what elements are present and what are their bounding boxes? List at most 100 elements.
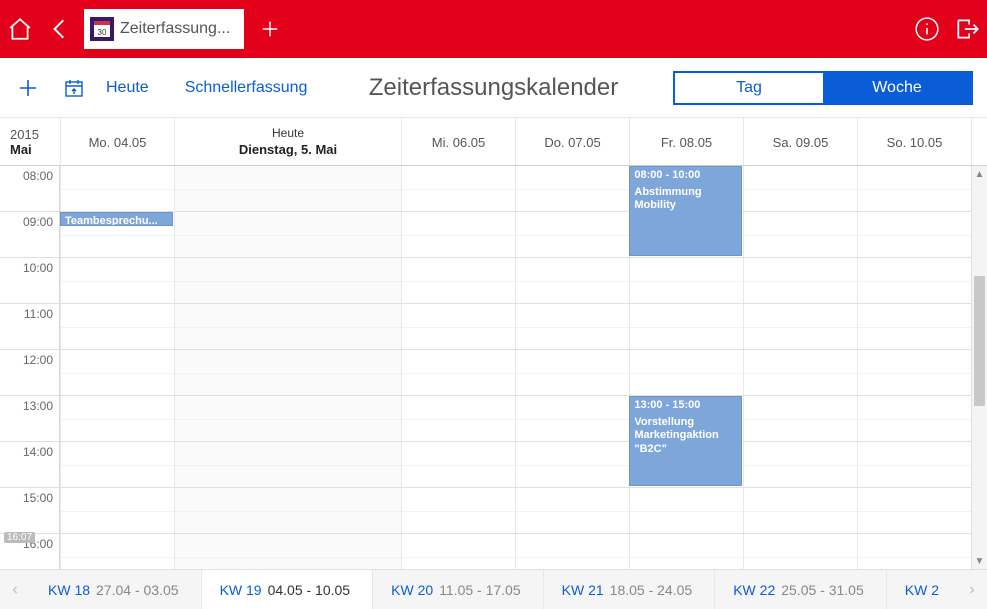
new-tab-button[interactable] <box>250 0 290 58</box>
add-button[interactable] <box>14 74 42 102</box>
grid-cell[interactable] <box>174 442 401 487</box>
back-button[interactable] <box>40 0 80 58</box>
grid-cell[interactable] <box>174 166 401 211</box>
toggle-day[interactable]: Tag <box>675 73 823 103</box>
grid-cell[interactable] <box>515 212 629 257</box>
day-col-sat[interactable]: Sa. 09.05 <box>743 118 857 165</box>
vertical-scrollbar[interactable]: ▲ ▼ <box>971 166 987 569</box>
grid-cell[interactable] <box>743 442 857 487</box>
grid-cell[interactable] <box>857 350 971 395</box>
week-21[interactable]: KW 2118.05 - 24.05 <box>544 570 716 609</box>
event-teambesprechung[interactable]: Teambesprechu... <box>60 212 173 226</box>
grid-cell[interactable] <box>629 304 743 349</box>
scroll-up-arrow[interactable]: ▲ <box>972 166 987 182</box>
day-col-mon[interactable]: Mo. 04.05 <box>60 118 174 165</box>
grid-cell[interactable] <box>629 258 743 303</box>
grid-cell[interactable] <box>60 396 174 441</box>
calendar-grid[interactable]: 08:0009:0010:0011:0012:0013:0014:0015:00… <box>0 166 971 569</box>
scroll-thumb[interactable] <box>974 276 985 406</box>
grid-cell[interactable] <box>857 488 971 533</box>
grid-cell[interactable] <box>515 304 629 349</box>
hour-label: 09:00 <box>0 212 60 257</box>
scroll-down-arrow[interactable]: ▼ <box>972 553 987 569</box>
event-abstimmung-mobility[interactable]: 08:00 - 10:00Abstimmung Mobility <box>629 166 742 256</box>
grid-cell[interactable] <box>60 304 174 349</box>
grid-cell[interactable] <box>857 534 971 569</box>
grid-cell[interactable] <box>174 488 401 533</box>
grid-cell[interactable] <box>857 258 971 303</box>
grid-cell[interactable] <box>857 396 971 441</box>
weeks-prev[interactable]: ‹ <box>0 581 30 599</box>
grid-cell[interactable] <box>629 350 743 395</box>
month-label: 2015 Mai <box>0 118 60 165</box>
quick-entry-link[interactable]: Schnellerfassung <box>185 79 308 97</box>
hour-label: 10:00 <box>0 258 60 303</box>
hour-label: 11:00 <box>0 304 60 349</box>
grid-cell[interactable] <box>857 166 971 211</box>
grid-cell[interactable] <box>515 166 629 211</box>
grid-cell[interactable] <box>743 212 857 257</box>
toggle-week[interactable]: Woche <box>823 73 971 103</box>
grid-cell[interactable] <box>743 534 857 569</box>
app-topbar: 30 Zeiterfassung... <box>0 0 987 58</box>
grid-cell[interactable] <box>401 304 515 349</box>
now-indicator: 16:07 <box>4 532 35 543</box>
day-header: 2015 Mai Mo. 04.05 HeuteDienstag, 5. Mai… <box>0 118 987 166</box>
event-vorstellung-b2c[interactable]: 13:00 - 15:00Vorstellung Marketingaktion… <box>629 396 742 486</box>
day-col-tue[interactable]: HeuteDienstag, 5. Mai <box>174 118 401 165</box>
week-22[interactable]: KW 2225.05 - 31.05 <box>715 570 887 609</box>
info-button[interactable] <box>907 0 947 58</box>
grid-cell[interactable] <box>174 534 401 569</box>
grid-cell[interactable] <box>174 350 401 395</box>
day-col-sun[interactable]: So. 10.05 <box>857 118 971 165</box>
grid-cell[interactable] <box>174 396 401 441</box>
calendar-today-icon[interactable] <box>60 74 88 102</box>
grid-cell[interactable] <box>401 212 515 257</box>
grid-cell[interactable] <box>743 258 857 303</box>
grid-cell[interactable] <box>401 488 515 533</box>
grid-cell[interactable] <box>515 350 629 395</box>
grid-cell[interactable] <box>743 304 857 349</box>
grid-cell[interactable] <box>60 166 174 211</box>
grid-cell[interactable] <box>515 396 629 441</box>
grid-cell[interactable] <box>60 534 174 569</box>
week-20[interactable]: KW 2011.05 - 17.05 <box>373 570 544 609</box>
week-18[interactable]: KW 1827.04 - 03.05 <box>30 570 202 609</box>
grid-cell[interactable] <box>60 442 174 487</box>
grid-cell[interactable] <box>174 258 401 303</box>
grid-cell[interactable] <box>401 396 515 441</box>
grid-cell[interactable] <box>857 304 971 349</box>
week-19[interactable]: KW 1904.05 - 10.05 <box>202 570 374 609</box>
today-link[interactable]: Heute <box>106 79 149 97</box>
grid-cell[interactable] <box>515 442 629 487</box>
grid-cell[interactable] <box>743 350 857 395</box>
active-tab[interactable]: 30 Zeiterfassung... <box>84 9 244 49</box>
grid-cell[interactable] <box>515 534 629 569</box>
week-23-partial[interactable]: KW 2 <box>887 570 957 609</box>
grid-cell[interactable] <box>743 396 857 441</box>
grid-cell[interactable] <box>60 488 174 533</box>
grid-cell[interactable] <box>401 534 515 569</box>
home-button[interactable] <box>0 0 40 58</box>
grid-cell[interactable] <box>60 258 174 303</box>
grid-cell[interactable] <box>629 534 743 569</box>
grid-cell[interactable] <box>401 166 515 211</box>
grid-cell[interactable] <box>743 488 857 533</box>
weeks-next[interactable]: › <box>957 581 987 599</box>
grid-cell[interactable] <box>629 488 743 533</box>
grid-cell[interactable] <box>857 212 971 257</box>
grid-cell[interactable] <box>174 304 401 349</box>
exit-button[interactable] <box>947 0 987 58</box>
grid-cell[interactable] <box>515 258 629 303</box>
grid-cell[interactable] <box>60 350 174 395</box>
day-col-wed[interactable]: Mi. 06.05 <box>401 118 515 165</box>
day-col-thu[interactable]: Do. 07.05 <box>515 118 629 165</box>
grid-cell[interactable] <box>515 488 629 533</box>
day-col-fri[interactable]: Fr. 08.05 <box>629 118 743 165</box>
grid-cell[interactable] <box>857 442 971 487</box>
grid-cell[interactable] <box>401 258 515 303</box>
grid-cell[interactable] <box>174 212 401 257</box>
grid-cell[interactable] <box>401 442 515 487</box>
grid-cell[interactable] <box>743 166 857 211</box>
grid-cell[interactable] <box>401 350 515 395</box>
